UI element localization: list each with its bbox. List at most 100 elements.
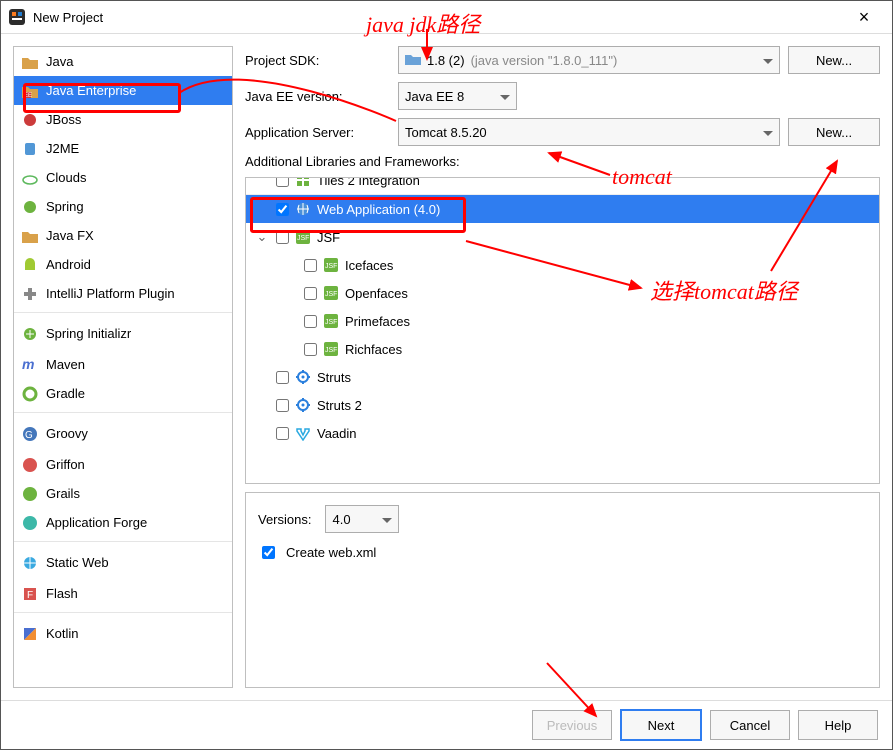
close-icon[interactable]: × bbox=[844, 7, 884, 28]
sidebar-item-clouds[interactable]: Clouds bbox=[14, 163, 232, 192]
tree-item-vaadin[interactable]: Vaadin bbox=[246, 419, 879, 447]
sidebar-item-label: Spring bbox=[46, 199, 84, 214]
tree-item-jsf[interactable]: ⌄JSFJSF bbox=[246, 223, 879, 251]
sidebar-item-label: Griffon bbox=[46, 457, 85, 472]
sidebar-item-griffon[interactable]: Griffon bbox=[14, 450, 232, 479]
tree-checkbox[interactable] bbox=[304, 343, 317, 356]
tree-item-icefaces[interactable]: JSFIcefaces bbox=[246, 251, 879, 279]
tree-item-label: Openfaces bbox=[345, 286, 408, 301]
tree-item-struts[interactable]: Struts bbox=[246, 363, 879, 391]
sidebar-item-label: Maven bbox=[46, 357, 85, 372]
kotlin-icon bbox=[22, 626, 38, 642]
tree-checkbox[interactable] bbox=[276, 399, 289, 412]
spring-icon bbox=[22, 199, 38, 215]
sidebar-item-android[interactable]: Android bbox=[14, 250, 232, 279]
project-sdk-value: 1.8 (2) bbox=[427, 53, 465, 68]
java-enterprise-icon: EE bbox=[22, 83, 38, 99]
version-panel: Versions: 4.0 Create web.xml bbox=[245, 492, 880, 688]
sidebar-item-label: Gradle bbox=[46, 386, 85, 401]
primefaces-icon: JSF bbox=[323, 313, 339, 329]
tree-item-openfaces[interactable]: JSFOpenfaces bbox=[246, 279, 879, 307]
tree-item-label: Tiles 2 Integration bbox=[317, 177, 420, 188]
gradle-icon bbox=[22, 386, 38, 402]
sidebar-item-groovy[interactable]: G Groovy bbox=[14, 412, 232, 450]
caret-icon: ⌄ bbox=[254, 229, 270, 245]
sidebar-item-kotlin[interactable]: Kotlin bbox=[14, 612, 232, 650]
svg-text:JSF: JSF bbox=[325, 319, 337, 326]
maven-icon: m bbox=[22, 357, 38, 373]
sidebar-item-maven[interactable]: m Maven bbox=[14, 350, 232, 379]
sidebar-item-static-web[interactable]: Static Web bbox=[14, 541, 232, 579]
grails-icon bbox=[22, 486, 38, 502]
tree-item-primefaces[interactable]: JSF Primefaces bbox=[246, 307, 879, 335]
project-sdk-new-button[interactable]: New... bbox=[788, 46, 880, 74]
help-button[interactable]: Help bbox=[798, 710, 878, 740]
app-server-label: Application Server: bbox=[245, 125, 390, 140]
sidebar-item-intellij-plugin[interactable]: IntelliJ Platform Plugin bbox=[14, 279, 232, 308]
sidebar-item-label: Spring Initializr bbox=[46, 326, 131, 341]
sidebar-item-javafx[interactable]: Java FX bbox=[14, 221, 232, 250]
sidebar-item-application-forge[interactable]: Application Forge bbox=[14, 508, 232, 537]
chevron-down-icon bbox=[382, 512, 392, 527]
sidebar-item-label: Kotlin bbox=[46, 626, 79, 641]
create-web-xml-checkbox[interactable] bbox=[262, 546, 275, 559]
tree-checkbox[interactable] bbox=[276, 371, 289, 384]
svg-text:EE: EE bbox=[24, 93, 32, 99]
tree-item-label: Struts 2 bbox=[317, 398, 362, 413]
sidebar-item-label: Groovy bbox=[46, 426, 88, 441]
java-ee-dropdown[interactable]: Java EE 8 bbox=[398, 82, 517, 110]
tree-item-struts2[interactable]: Struts 2 bbox=[246, 391, 879, 419]
tree-checkbox[interactable] bbox=[276, 203, 289, 216]
project-sdk-dropdown[interactable]: 1.8 (2) (java version "1.8.0_111") bbox=[398, 46, 780, 74]
sidebar-item-j2me[interactable]: J2ME bbox=[14, 134, 232, 163]
app-icon bbox=[9, 9, 25, 25]
project-type-sidebar: Java EEJava Enterprise JBoss J2MEClouds Spri… bbox=[13, 46, 233, 688]
sidebar-item-gradle[interactable]: Gradle bbox=[14, 379, 232, 408]
griffon-icon bbox=[22, 457, 38, 473]
app-server-dropdown[interactable]: Tomcat 8.5.20 bbox=[398, 118, 780, 146]
sidebar-item-grails[interactable]: Grails bbox=[14, 479, 232, 508]
next-button[interactable]: Next bbox=[620, 709, 702, 741]
tree-item-label: Web Application (4.0) bbox=[317, 202, 440, 217]
sidebar-item-label: Java bbox=[46, 54, 73, 69]
app-server-new-button[interactable]: New... bbox=[788, 118, 880, 146]
sidebar-item-java[interactable]: Java bbox=[14, 47, 232, 76]
icefaces-icon: JSF bbox=[323, 257, 339, 273]
sidebar-item-label: JBoss bbox=[46, 112, 81, 127]
sidebar-item-spring[interactable]: Spring bbox=[14, 192, 232, 221]
tree-checkbox[interactable] bbox=[304, 259, 317, 272]
intellij-plugin-icon bbox=[22, 286, 38, 302]
svg-text:JSF: JSF bbox=[297, 235, 309, 242]
tree-checkbox[interactable] bbox=[276, 427, 289, 440]
chevron-down-icon bbox=[763, 125, 773, 140]
sidebar-item-java-enterprise[interactable]: EEJava Enterprise bbox=[14, 76, 232, 105]
tree-item-label: Primefaces bbox=[345, 314, 410, 329]
svg-text:JSF: JSF bbox=[325, 263, 337, 270]
previous-button[interactable]: Previous bbox=[532, 710, 612, 740]
tree-item-tiles2[interactable]: Tiles 2 Integration bbox=[246, 177, 879, 195]
jboss-icon bbox=[22, 112, 38, 128]
tree-checkbox[interactable] bbox=[304, 315, 317, 328]
frameworks-tree: Tiles 2 Integration Web Application (4.0)… bbox=[245, 177, 880, 484]
additional-libs-label: Additional Libraries and Frameworks: bbox=[245, 154, 880, 169]
tree-checkbox[interactable] bbox=[304, 287, 317, 300]
sidebar-item-spring-init[interactable]: Spring Initializr bbox=[14, 312, 232, 350]
static-web-icon bbox=[22, 555, 38, 571]
sidebar-item-flash[interactable]: FFlash bbox=[14, 579, 232, 608]
tree-item-webapp[interactable]: Web Application (4.0) bbox=[246, 195, 879, 223]
sidebar-item-label: Android bbox=[46, 257, 91, 272]
struts-icon bbox=[295, 369, 311, 385]
versions-label: Versions: bbox=[258, 512, 311, 527]
chevron-down-icon bbox=[763, 53, 773, 68]
versions-dropdown[interactable]: 4.0 bbox=[325, 505, 399, 533]
javafx-icon bbox=[22, 228, 38, 244]
groovy-icon: G bbox=[22, 426, 38, 442]
tree-item-richfaces[interactable]: JSFRichfaces bbox=[246, 335, 879, 363]
tree-checkbox[interactable] bbox=[276, 231, 289, 244]
app-server-value: Tomcat 8.5.20 bbox=[405, 125, 487, 140]
cancel-button[interactable]: Cancel bbox=[710, 710, 790, 740]
sidebar-item-jboss[interactable]: JBoss bbox=[14, 105, 232, 134]
main-panel: Project SDK: 1.8 (2) (java version "1.8.… bbox=[245, 46, 880, 688]
sidebar-item-label: Java FX bbox=[46, 228, 94, 243]
tree-checkbox[interactable] bbox=[276, 177, 289, 187]
